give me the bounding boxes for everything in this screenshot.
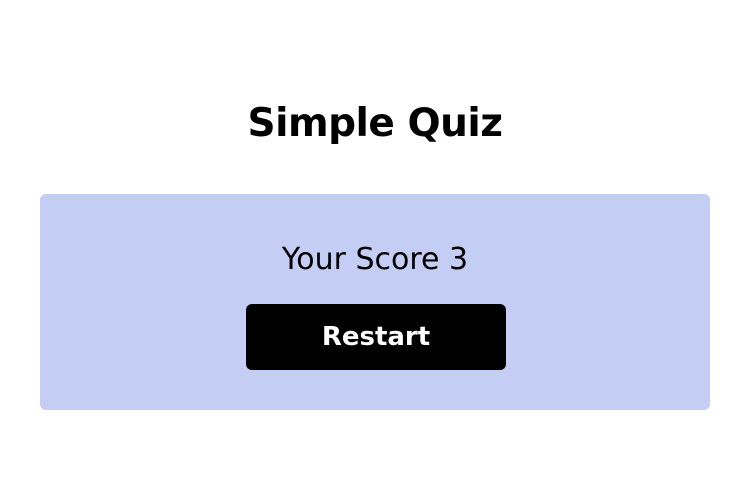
restart-button[interactable]: Restart — [246, 304, 506, 370]
score-text: Your Score 3 — [281, 242, 469, 277]
result-panel — [40, 194, 710, 410]
quiz-page: Simple Quiz Your Score 3 Restart — [0, 0, 750, 500]
page-title: Simple Quiz — [247, 101, 503, 146]
